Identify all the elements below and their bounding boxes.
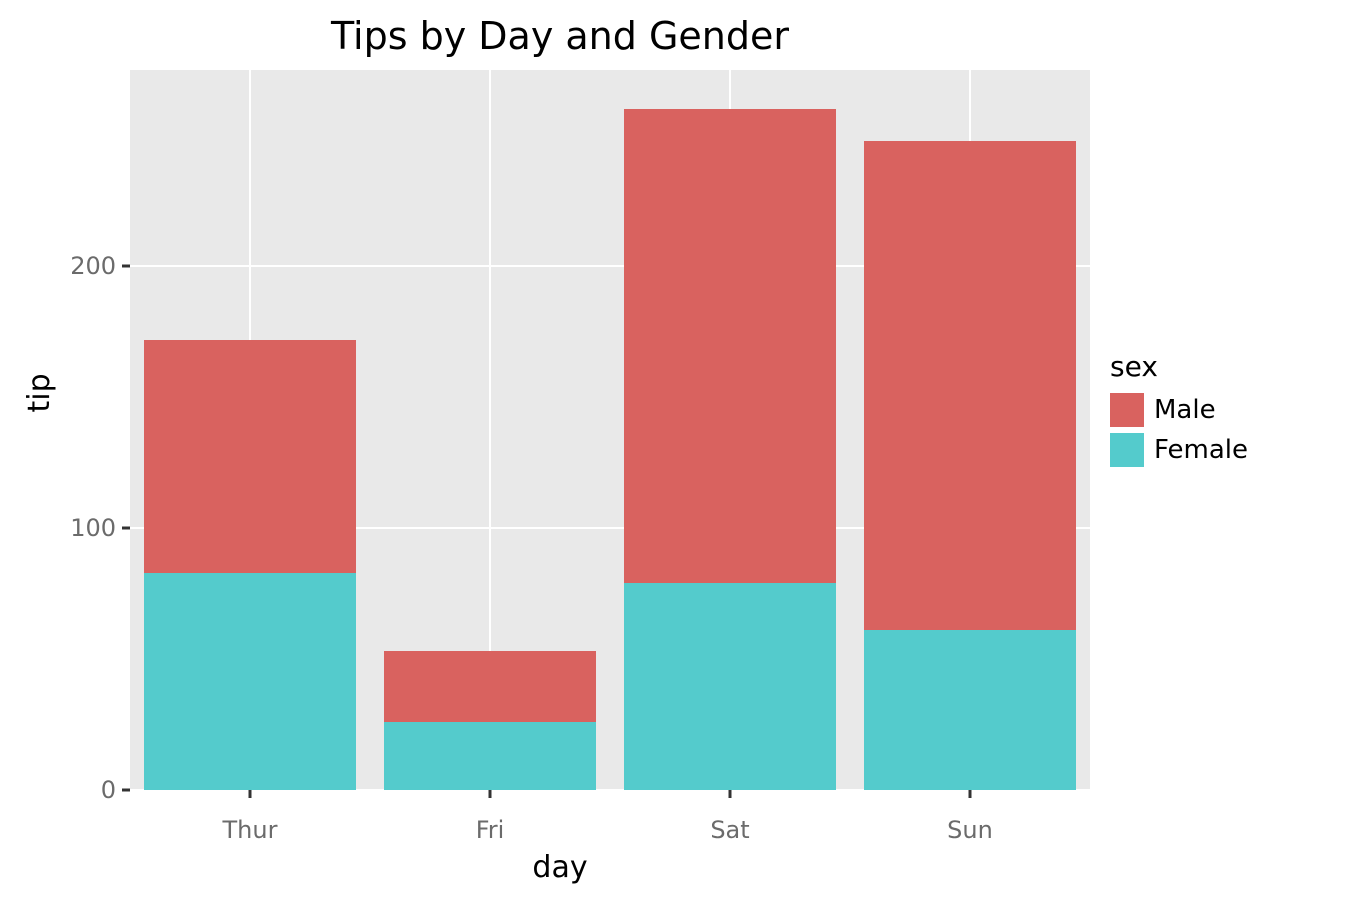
bar-segment-female bbox=[144, 573, 355, 790]
bar-thur bbox=[144, 340, 355, 790]
bar-segment-female bbox=[384, 722, 595, 790]
y-tick-mark bbox=[122, 527, 130, 530]
chart-title: Tips by Day and Gender bbox=[0, 14, 1120, 58]
bar-fri bbox=[384, 651, 595, 790]
bar-segment-male bbox=[144, 340, 355, 573]
legend: sex Male Female bbox=[1110, 350, 1248, 473]
plot-area: 0100200ThurFriSatSun bbox=[130, 70, 1090, 790]
x-tick-label: Sun bbox=[947, 816, 993, 844]
x-axis-label: day bbox=[0, 850, 1120, 885]
bar-segment-male bbox=[624, 109, 835, 583]
y-axis-label: tip bbox=[22, 373, 57, 412]
bar-segment-female bbox=[624, 583, 835, 790]
x-tick-label: Fri bbox=[476, 816, 505, 844]
x-tick-label: Thur bbox=[223, 816, 278, 844]
y-tick-mark bbox=[122, 789, 130, 792]
legend-label: Male bbox=[1154, 395, 1216, 425]
x-tick-label: Sat bbox=[710, 816, 749, 844]
x-tick-mark bbox=[969, 790, 972, 798]
chart-container: Tips by Day and Gender 0100200ThurFriSat… bbox=[0, 0, 1361, 911]
bar-segment-male bbox=[384, 651, 595, 722]
legend-swatch bbox=[1110, 393, 1144, 427]
legend-swatch bbox=[1110, 433, 1144, 467]
y-tick-mark bbox=[122, 265, 130, 268]
x-tick-mark bbox=[729, 790, 732, 798]
legend-title: sex bbox=[1110, 350, 1248, 383]
y-tick-label: 0 bbox=[36, 776, 116, 804]
legend-item-female: Female bbox=[1110, 433, 1248, 467]
y-tick-label: 200 bbox=[36, 252, 116, 280]
legend-label: Female bbox=[1154, 435, 1248, 465]
bar-sun bbox=[864, 141, 1075, 790]
bar-segment-male bbox=[864, 141, 1075, 631]
x-tick-mark bbox=[489, 790, 492, 798]
x-tick-mark bbox=[249, 790, 252, 798]
bar-segment-female bbox=[864, 630, 1075, 790]
legend-item-male: Male bbox=[1110, 393, 1248, 427]
bar-sat bbox=[624, 109, 835, 790]
y-tick-label: 100 bbox=[36, 514, 116, 542]
